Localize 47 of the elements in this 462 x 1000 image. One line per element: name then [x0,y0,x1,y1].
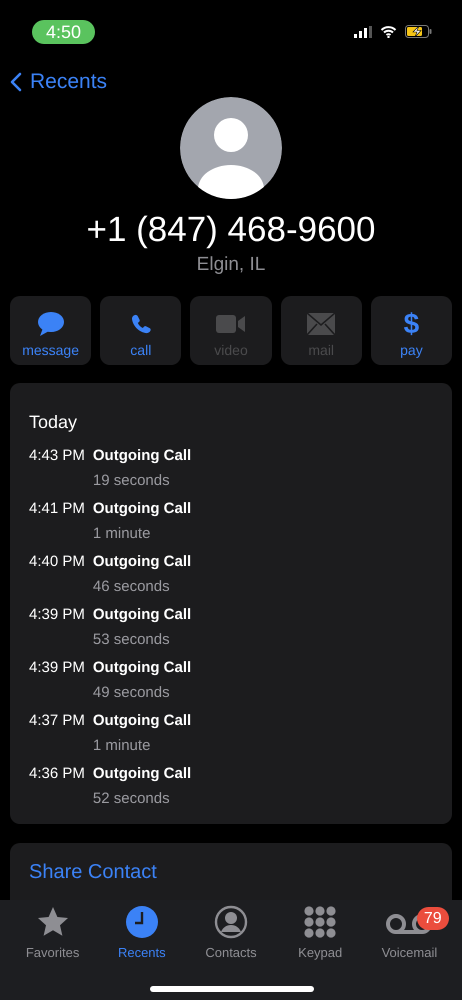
phone-number: +1 (847) 468-9600 [86,209,376,251]
call-duration: 1 minute [92,524,152,544]
message-button[interactable]: message [10,296,92,364]
badge-count: 79 [416,907,449,930]
call-duration: 46 seconds [92,577,171,597]
back-button[interactable]: Recents [10,66,108,98]
battery-icon [405,25,432,38]
call-duration: 1 minute [92,736,152,756]
contact-location: Elgin, IL [196,253,266,277]
signal-icon [354,26,372,38]
call-type: Outgoing Call [92,446,192,464]
call-duration: 19 seconds [92,471,171,491]
call-duration: 49 seconds [92,683,171,703]
call-time: 4:40 PM [29,552,85,572]
call-time: 4:41 PM [29,498,85,518]
status-time: 4:50 [32,20,96,44]
envelope-icon [307,313,336,335]
wifi-icon [380,26,397,38]
speech-bubble-icon [36,311,65,337]
call-type: Outgoing Call [92,500,192,516]
dollar-icon: $ [404,311,420,337]
call-duration: 53 seconds [92,630,171,650]
call-time: 4:37 PM [29,710,85,730]
tab[interactable]: Recents [97,905,186,962]
call-time: 4:39 PM [29,604,85,624]
call-time: 4:36 PM [29,764,85,784]
call-type: Outgoing Call [92,712,192,728]
call-duration: 52 seconds [92,789,171,809]
back-icon [10,72,22,92]
call-type: Outgoing Call [92,606,192,622]
tab[interactable]: Contacts [186,905,276,962]
phone-icon [130,313,152,335]
call-type: Outgoing Call [92,658,192,676]
tab[interactable]: Keypad [276,905,365,962]
keypad-icon [303,905,338,939]
person-icon [214,905,248,939]
call-time: 4:43 PM [29,446,85,466]
call-type: Outgoing Call [92,764,192,782]
video-camera-icon [216,314,246,334]
call-type: Outgoing Call [92,552,192,570]
call-button[interactable]: call [100,296,182,364]
pay-button[interactable]: $ pay [370,296,452,364]
section-heading: Today [29,410,78,434]
tab[interactable]: Favorites [8,905,98,962]
tab[interactable]: Voicemail 79 [364,905,454,962]
clock-icon [124,905,159,939]
call-time: 4:39 PM [29,658,85,678]
